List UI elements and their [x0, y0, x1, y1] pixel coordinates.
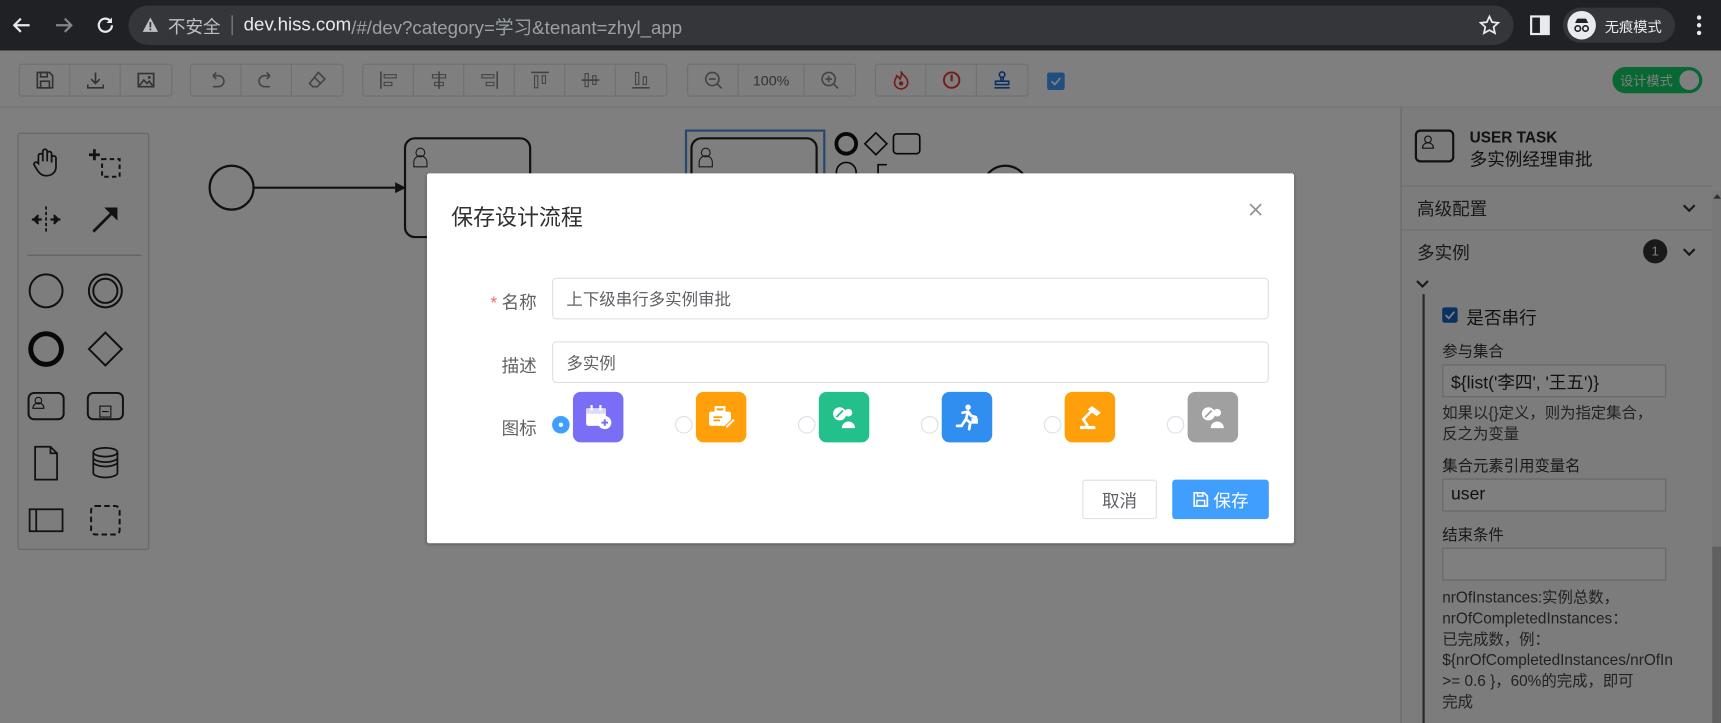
app-root: 不安全 dev.hiss.com/#/dev?category=学习&tenan… — [0, 0, 1721, 723]
save-button[interactable]: 保存 — [1172, 479, 1269, 520]
calendar-add-icon[interactable] — [572, 391, 624, 443]
icon-radio-4[interactable] — [920, 415, 939, 434]
reload-button[interactable] — [86, 5, 126, 45]
name-label: * 名称 — [490, 294, 537, 313]
desk-lamp-icon[interactable] — [1064, 391, 1116, 443]
browser-menu-icon[interactable] — [1688, 13, 1710, 37]
floppy-icon — [1193, 491, 1209, 507]
url-path: /#/dev?category=学习&tenant=zhyl_app — [351, 17, 683, 38]
briefcase-edit-icon[interactable] — [695, 391, 747, 443]
browser-chrome: 不安全 dev.hiss.com/#/dev?category=学习&tenan… — [0, 0, 1721, 51]
icon-radio-1[interactable] — [552, 415, 570, 434]
icon-radio-2[interactable] — [675, 415, 693, 434]
name-input[interactable]: 上下级串行多实例审批 — [552, 277, 1269, 320]
incognito-indicator[interactable]: 无痕模式 — [1562, 7, 1675, 43]
cancel-button[interactable]: 取消 — [1082, 479, 1157, 520]
icon-radio-6[interactable] — [1166, 415, 1185, 434]
close-icon[interactable] — [1248, 202, 1263, 217]
incognito-label: 无痕模式 — [1604, 18, 1662, 35]
incognito-icon — [1567, 10, 1596, 40]
person-percent-gray-icon[interactable] — [1187, 391, 1239, 443]
back-button[interactable] — [2, 5, 42, 45]
warning-triangle-icon — [142, 17, 159, 32]
description-label: 描述 — [501, 357, 537, 377]
save-process-dialog: 保存设计流程 * 名称 上下级串行多实例审批 描述 多实例 图标 取消 保存 — [426, 173, 1295, 544]
url-host: dev.hiss.com — [243, 14, 352, 36]
forward-button[interactable] — [44, 5, 84, 45]
arrow-right-icon — [55, 17, 73, 33]
person-percent-icon[interactable] — [818, 391, 870, 443]
description-input[interactable]: 多实例 — [552, 341, 1269, 384]
reload-icon — [97, 17, 114, 33]
arrow-left-icon — [12, 17, 30, 33]
side-panel-icon[interactable] — [1528, 13, 1552, 37]
icon-radio-3[interactable] — [797, 415, 816, 434]
bookmark-star-icon[interactable] — [1478, 14, 1501, 36]
address-bar[interactable]: 不安全 dev.hiss.com/#/dev?category=学习&tenan… — [128, 5, 1514, 46]
icon-label: 图标 — [501, 420, 537, 440]
icon-radio-5[interactable] — [1043, 415, 1062, 434]
dialog-title: 保存设计流程 — [451, 206, 583, 231]
running-person-icon[interactable] — [941, 391, 993, 443]
insecure-label: 不安全 — [167, 18, 221, 38]
